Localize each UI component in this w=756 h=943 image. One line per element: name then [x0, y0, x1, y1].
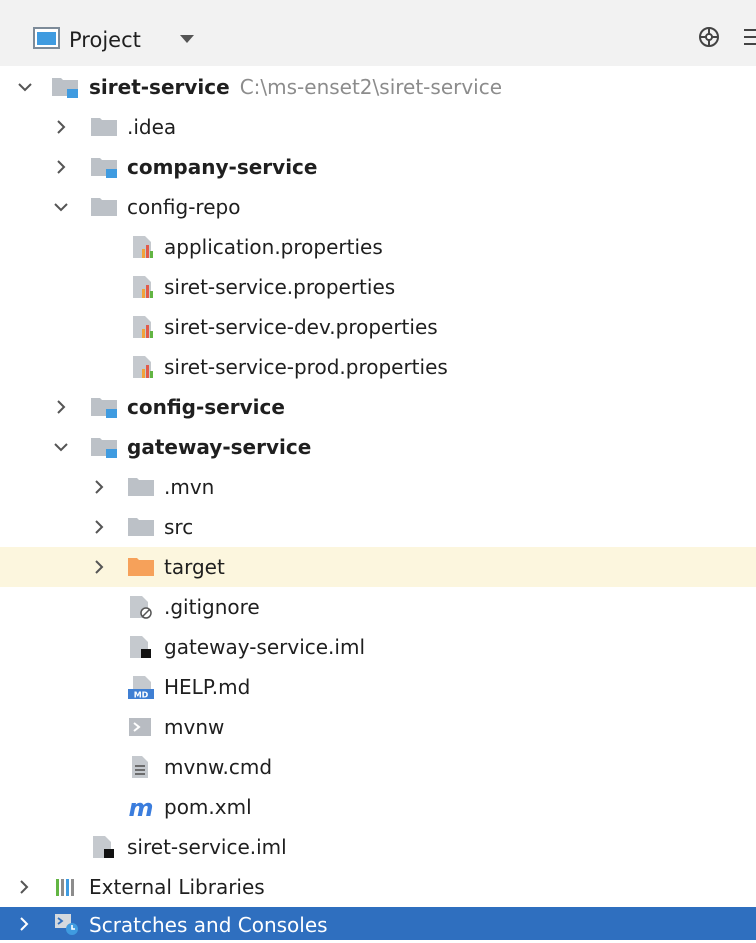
tree-node-idea[interactable]: .idea — [0, 107, 756, 147]
tree-node-label: .idea — [127, 115, 177, 139]
tree-node-config-service[interactable]: config-service — [0, 387, 756, 427]
tree-node-label: gateway-service — [127, 435, 312, 459]
tree-node-config-repo[interactable]: config-repo — [0, 187, 756, 227]
tree-node-scratches-and-consoles[interactable]: Scratches and Consoles — [0, 907, 756, 940]
tree-node-root-module[interactable]: siret-service C:\ms-enset2\siret-service — [0, 67, 756, 107]
module-path: C:\ms-enset2\siret-service — [239, 75, 503, 99]
chevron-right-icon[interactable] — [92, 480, 106, 494]
shell-script-icon — [129, 718, 151, 736]
tree-node-label: siret-service-prod.properties — [164, 355, 448, 379]
tree-node-label: .gitignore — [164, 595, 260, 619]
more-options-icon[interactable] — [740, 25, 756, 49]
tree-node-label: HELP.md — [164, 675, 251, 699]
gitignore-file-icon — [130, 596, 152, 619]
chevron-down-icon[interactable] — [18, 80, 32, 94]
tree-node-label: gateway-service.iml — [164, 635, 366, 659]
iml-file-icon — [130, 636, 151, 658]
tree-node-mvn[interactable]: .mvn — [0, 467, 756, 507]
tree-node-label: src — [164, 515, 194, 539]
tree-node-label: siret-service.iml — [127, 835, 287, 859]
module-folder-icon — [52, 78, 78, 98]
tree-node-label: config-repo — [127, 195, 241, 219]
tree-node-label: company-service — [127, 155, 318, 179]
chevron-right-icon[interactable] — [92, 560, 106, 574]
tree-node-label: External Libraries — [89, 875, 265, 899]
properties-file-icon — [133, 276, 153, 298]
dropdown-caret-icon[interactable] — [180, 35, 194, 43]
folder-icon — [91, 198, 117, 216]
chevron-right-icon[interactable] — [54, 400, 68, 414]
chevron-down-icon[interactable] — [54, 440, 68, 454]
module-folder-icon — [91, 438, 117, 458]
tree-node-siret-service-dev-properties[interactable]: siret-service-dev.properties — [0, 307, 756, 347]
tree-node-external-libraries[interactable]: External Libraries — [0, 867, 756, 907]
tree-node-label: siret-service.properties — [164, 275, 396, 299]
chevron-down-icon[interactable] — [54, 200, 68, 214]
tree-node-mvnw[interactable]: mvnw — [0, 707, 756, 747]
chevron-right-icon[interactable] — [17, 917, 31, 931]
tree-node-label: siret-service C:\ms-enset2\siret-service — [89, 75, 503, 99]
scratches-icon — [55, 914, 78, 935]
tree-node-label: Scratches and Consoles — [89, 913, 328, 937]
properties-file-icon — [133, 316, 153, 338]
chevron-right-icon[interactable] — [17, 880, 31, 894]
markdown-file-icon: MD — [128, 676, 154, 700]
tree-node-company-service[interactable]: company-service — [0, 147, 756, 187]
tree-node-siret-service-properties[interactable]: siret-service.properties — [0, 267, 756, 307]
tree-node-gitignore[interactable]: .gitignore — [0, 587, 756, 627]
tree-node-mvnw-cmd[interactable]: mvnw.cmd — [0, 747, 756, 787]
text-file-icon — [132, 756, 148, 778]
tree-node-label: pom.xml — [164, 795, 252, 819]
tree-node-siret-service-iml[interactable]: siret-service.iml — [0, 827, 756, 867]
tree-node-label: config-service — [127, 395, 285, 419]
tree-node-label: mvnw.cmd — [164, 755, 273, 779]
tree-node-label: .mvn — [164, 475, 215, 499]
properties-file-icon — [133, 236, 153, 258]
tree-node-label: application.properties — [164, 235, 383, 259]
tree-node-pom-xml[interactable]: m pom.xml — [0, 787, 756, 827]
tree-node-gateway-service[interactable]: gateway-service — [0, 427, 756, 467]
project-tool-window-header: Project — [0, 0, 756, 66]
iml-file-icon — [93, 836, 114, 858]
tree-node-label: siret-service-dev.properties — [164, 315, 438, 339]
tree-node-gateway-service-iml[interactable]: gateway-service.iml — [0, 627, 756, 667]
project-view-icon — [33, 27, 60, 49]
svg-text:MD: MD — [134, 691, 149, 700]
properties-file-icon — [133, 356, 153, 378]
svg-text:m: m — [128, 795, 153, 819]
chevron-right-icon[interactable] — [54, 160, 68, 174]
tree-node-help-md[interactable]: MD HELP.md — [0, 667, 756, 707]
libraries-icon — [56, 879, 74, 896]
folder-icon — [91, 118, 117, 136]
chevron-right-icon[interactable] — [92, 520, 106, 534]
project-view-title[interactable]: Project — [69, 26, 141, 54]
tree-node-src[interactable]: src — [0, 507, 756, 547]
module-folder-icon — [91, 158, 117, 178]
tree-node-target[interactable]: target — [0, 547, 756, 587]
tree-node-label: target — [164, 555, 225, 579]
module-folder-icon — [91, 398, 117, 418]
tree-node-label: mvnw — [164, 715, 225, 739]
tree-node-siret-service-prod-properties[interactable]: siret-service-prod.properties — [0, 347, 756, 387]
excluded-folder-icon — [128, 558, 154, 576]
maven-icon: m — [128, 795, 153, 819]
folder-icon — [128, 478, 154, 496]
locate-target-icon[interactable] — [697, 25, 721, 49]
chevron-right-icon[interactable] — [54, 120, 68, 134]
folder-icon — [128, 518, 154, 536]
tree-node-application-properties[interactable]: application.properties — [0, 227, 756, 267]
